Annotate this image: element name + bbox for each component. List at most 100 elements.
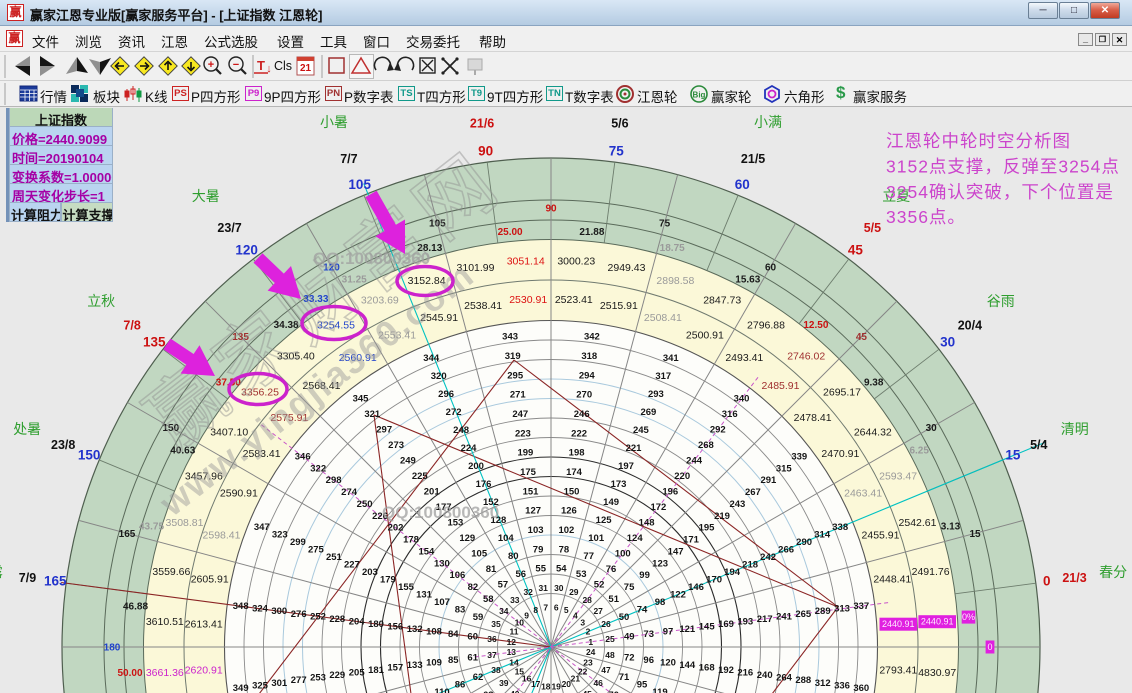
svg-text:51: 51 (608, 594, 619, 605)
svg-text:3559.66: 3559.66 (152, 566, 190, 578)
svg-text:3152点支撑，反弹至3254点: 3152点支撑，反弹至3254点 (886, 156, 1120, 176)
svg-text:2440.91: 2440.91 (921, 617, 954, 627)
svg-text:83: 83 (455, 604, 466, 615)
svg-text:2515.91: 2515.91 (600, 300, 638, 312)
svg-text:253: 253 (310, 673, 326, 684)
svg-text:145: 145 (699, 622, 716, 633)
svg-text:1: 1 (588, 637, 593, 647)
svg-text:120: 120 (235, 242, 258, 257)
svg-text:277: 277 (291, 675, 307, 686)
svg-text:13: 13 (507, 647, 517, 657)
svg-text:272: 272 (446, 407, 462, 418)
svg-text:298: 298 (326, 475, 342, 486)
svg-text:120: 120 (660, 657, 676, 668)
svg-text:60: 60 (765, 262, 777, 273)
svg-text:122: 122 (670, 589, 686, 600)
svg-text:276: 276 (291, 609, 307, 620)
svg-text:314: 314 (814, 530, 831, 541)
svg-text:2898.58: 2898.58 (656, 275, 694, 287)
svg-text:317: 317 (655, 371, 671, 382)
svg-text:白露: 白露 (0, 564, 3, 580)
svg-text:2440.91: 2440.91 (882, 619, 915, 629)
svg-text:252: 252 (310, 611, 326, 622)
svg-text:37: 37 (487, 650, 497, 660)
svg-text:126: 126 (561, 506, 577, 517)
svg-text:105: 105 (348, 177, 371, 192)
svg-text:大暑: 大暑 (192, 188, 220, 204)
svg-text:104: 104 (498, 533, 515, 544)
svg-text:30: 30 (940, 335, 955, 350)
svg-text:312: 312 (815, 678, 831, 689)
svg-text:2605.91: 2605.91 (191, 574, 229, 586)
svg-text:248: 248 (453, 425, 469, 436)
svg-text:292: 292 (710, 425, 726, 436)
svg-text:小暑: 小暑 (320, 114, 348, 130)
svg-text:53: 53 (576, 569, 587, 580)
svg-text:62: 62 (473, 672, 484, 683)
svg-text:4: 4 (573, 610, 578, 620)
svg-text:247: 247 (512, 409, 528, 420)
svg-text:78: 78 (559, 544, 570, 555)
svg-text:19: 19 (551, 682, 561, 692)
svg-text:86: 86 (455, 680, 466, 691)
svg-text:48: 48 (605, 650, 615, 660)
svg-text:293: 293 (648, 389, 664, 400)
svg-text:2598.41: 2598.41 (203, 530, 241, 542)
svg-text:2: 2 (586, 627, 591, 637)
svg-text:294: 294 (579, 370, 596, 381)
svg-text:109: 109 (426, 657, 442, 668)
svg-text:2448.41: 2448.41 (873, 574, 911, 586)
svg-text:3254确认突破，下个位置是: 3254确认突破，下个位置是 (886, 182, 1114, 202)
svg-text:100: 100 (615, 548, 631, 559)
svg-text:2644.32: 2644.32 (854, 427, 892, 439)
svg-text:22: 22 (578, 666, 588, 676)
svg-text:2695.17: 2695.17 (823, 386, 861, 398)
svg-text:90: 90 (545, 204, 557, 215)
svg-text:193: 193 (737, 616, 753, 627)
svg-text:96: 96 (643, 655, 654, 666)
svg-text:2613.41: 2613.41 (185, 619, 223, 631)
svg-text:289: 289 (815, 606, 831, 617)
svg-text:85: 85 (448, 655, 459, 666)
svg-text:34: 34 (499, 606, 509, 616)
svg-text:322: 322 (310, 463, 326, 474)
svg-text:297: 297 (376, 425, 392, 436)
svg-text:340: 340 (734, 394, 750, 405)
svg-text:220: 220 (674, 471, 690, 482)
svg-text:73: 73 (643, 629, 654, 640)
svg-text:55: 55 (535, 564, 546, 575)
svg-text:336: 336 (834, 680, 850, 691)
svg-text:249: 249 (400, 456, 416, 467)
svg-text:180: 180 (104, 643, 121, 654)
svg-text:195: 195 (699, 523, 716, 534)
svg-text:46: 46 (593, 678, 603, 688)
svg-text:2796.88: 2796.88 (747, 320, 785, 332)
svg-text:157: 157 (387, 663, 403, 674)
svg-text:223: 223 (515, 428, 531, 439)
svg-text:320: 320 (431, 371, 447, 382)
svg-text:291: 291 (760, 475, 777, 486)
svg-text:2508.41: 2508.41 (644, 312, 682, 324)
svg-text:春分: 春分 (1099, 564, 1127, 580)
svg-text:196: 196 (662, 487, 678, 498)
svg-text:21: 21 (300, 63, 312, 74)
svg-text:57: 57 (498, 579, 509, 590)
svg-text:198: 198 (569, 448, 585, 459)
svg-text:30: 30 (554, 583, 564, 593)
svg-text:8: 8 (533, 605, 538, 615)
svg-text:江恩轮中轮时空分析图: 江恩轮中轮时空分析图 (886, 131, 1071, 151)
svg-text:46.88: 46.88 (123, 602, 148, 613)
svg-text:2538.41: 2538.41 (464, 300, 502, 312)
svg-text:174: 174 (566, 467, 583, 478)
svg-text:33: 33 (510, 595, 520, 605)
svg-text:181: 181 (368, 665, 385, 676)
svg-text:25: 25 (605, 634, 615, 644)
svg-text:QQ:100800360: QQ:100800360 (382, 503, 499, 522)
svg-text:0: 0 (1043, 574, 1051, 589)
svg-text:32: 32 (523, 587, 533, 597)
svg-text:295: 295 (507, 370, 524, 381)
svg-text:150: 150 (564, 486, 580, 497)
svg-text:123: 123 (652, 558, 668, 569)
svg-text:347: 347 (254, 522, 270, 533)
svg-text:131: 131 (416, 589, 433, 600)
